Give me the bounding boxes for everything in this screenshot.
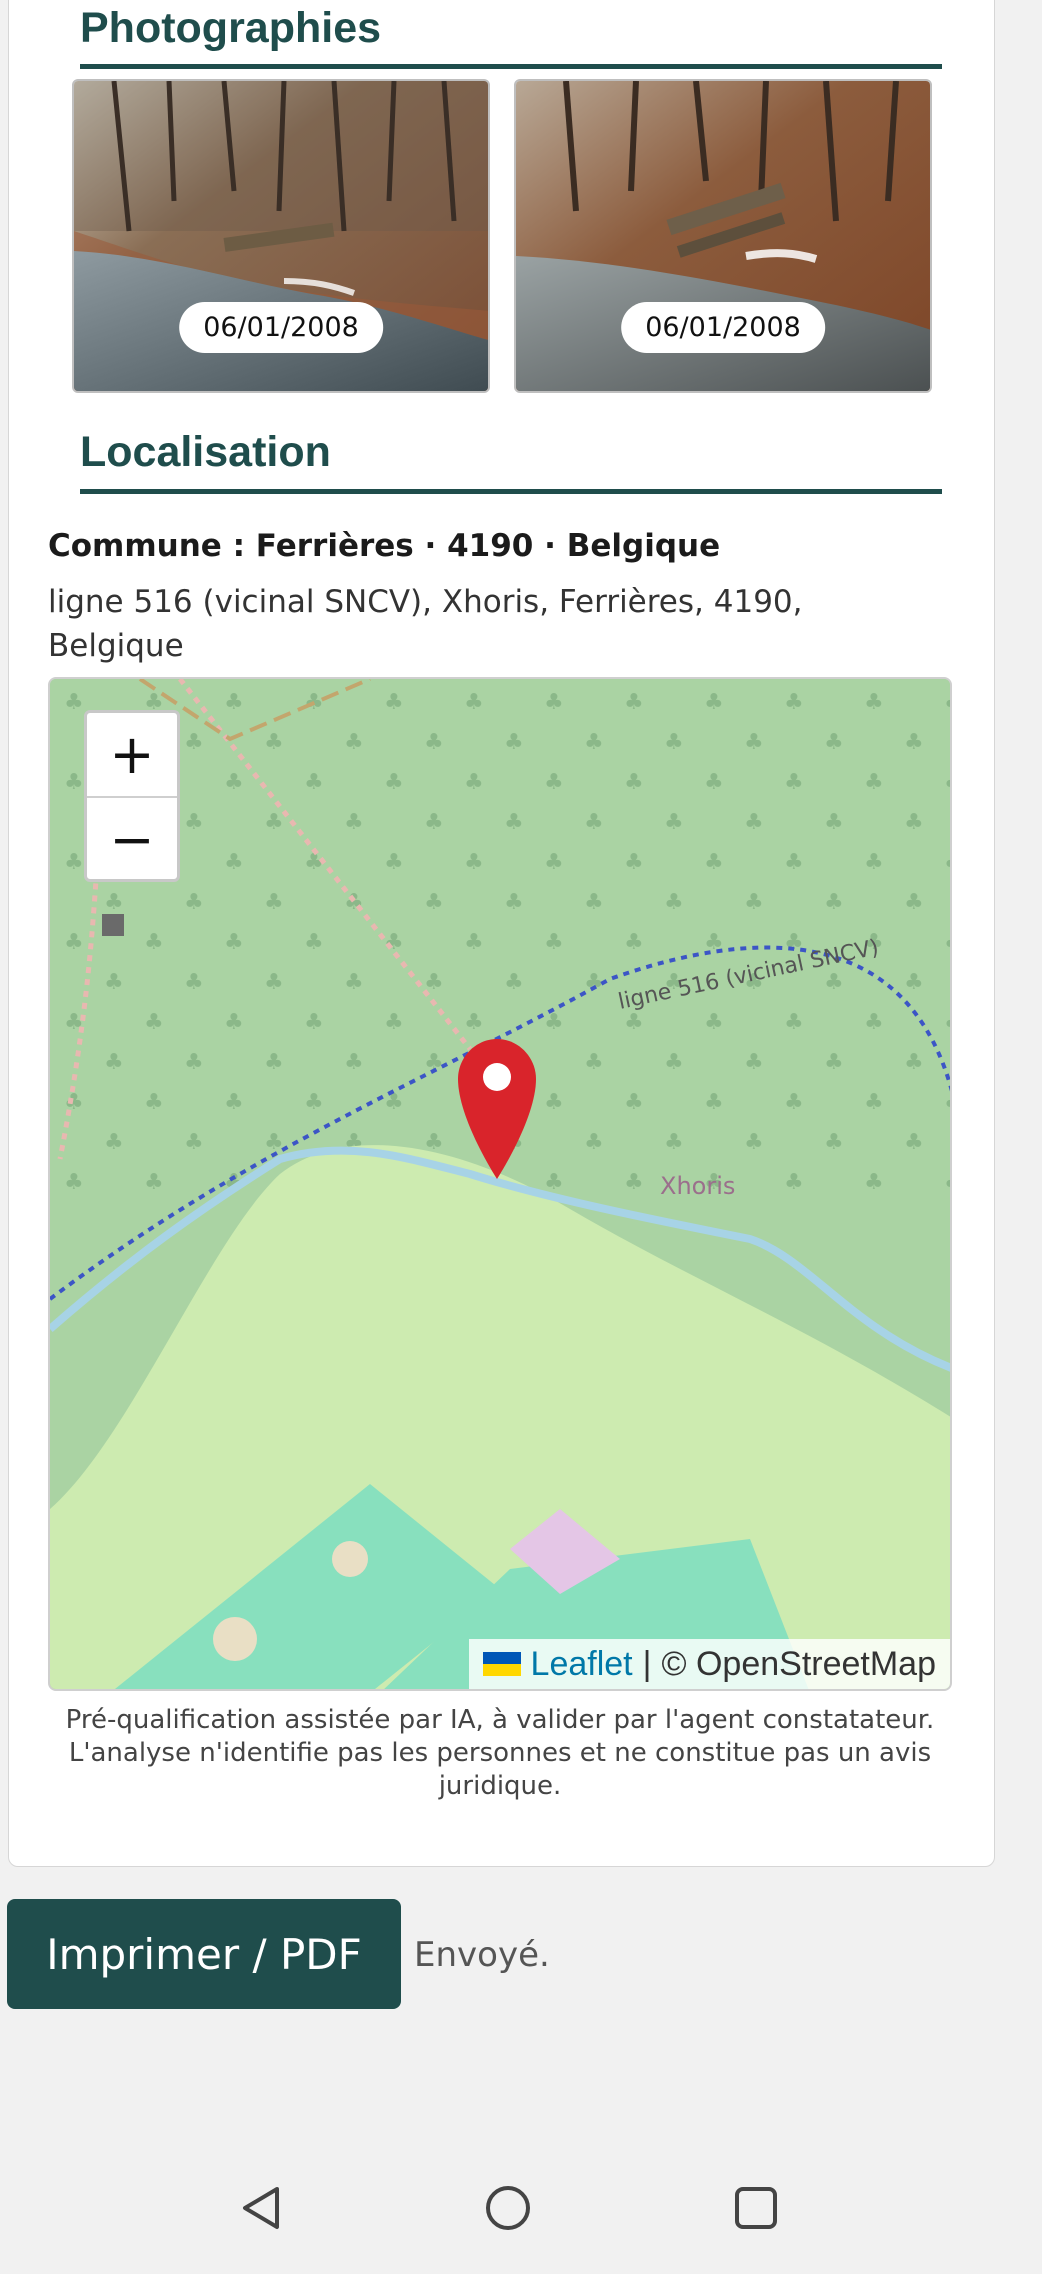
disclaimer-text: Pré-qualification assistée par IA, à val… bbox=[65, 1705, 935, 1801]
commune-line: Commune : Ferrières · 4190 · Belgique bbox=[48, 528, 721, 564]
zoom-control: + − bbox=[84, 710, 180, 882]
address-text: ligne 516 (vicinal SNCV), Xhoris, Ferriè… bbox=[48, 584, 803, 664]
send-status: Envoyé. bbox=[414, 1935, 550, 1975]
attribution-separator: | bbox=[642, 1644, 652, 1683]
ukraine-flag-icon bbox=[482, 1652, 521, 1676]
map-tiles: ♣ ♣ ligne 516 (vicinal SNCV) Xhoris bbox=[50, 679, 950, 1689]
location-section-title: Localisation bbox=[80, 428, 331, 476]
leaflet-link[interactable]: Leaflet bbox=[531, 1645, 633, 1684]
home-icon[interactable] bbox=[483, 2183, 533, 2233]
photo-thumbnail-2[interactable]: 06/01/2008 bbox=[514, 79, 932, 393]
map-label-place: Xhoris bbox=[660, 1172, 735, 1200]
zoom-in-button[interactable]: + bbox=[87, 713, 177, 796]
photo-date-badge: 06/01/2008 bbox=[621, 302, 825, 353]
print-pdf-button[interactable]: Imprimer / PDF bbox=[7, 1899, 401, 2009]
photos-section-divider bbox=[80, 64, 942, 69]
location-section-divider bbox=[80, 489, 942, 494]
back-icon[interactable] bbox=[237, 2183, 287, 2233]
zoom-out-button[interactable]: − bbox=[87, 796, 177, 881]
photo-date-badge: 06/01/2008 bbox=[179, 302, 383, 353]
osm-attribution[interactable]: © OpenStreetMap bbox=[661, 1645, 936, 1684]
photo-thumbnail-1[interactable]: 06/01/2008 bbox=[72, 79, 490, 393]
photos-section-title: Photographies bbox=[80, 4, 382, 52]
location-map[interactable]: ♣ ♣ ligne 516 (vicinal SNCV) Xhoris bbox=[48, 677, 952, 1691]
recents-icon[interactable] bbox=[731, 2183, 781, 2233]
map-attribution: Leaflet | © OpenStreetMap bbox=[468, 1639, 950, 1689]
